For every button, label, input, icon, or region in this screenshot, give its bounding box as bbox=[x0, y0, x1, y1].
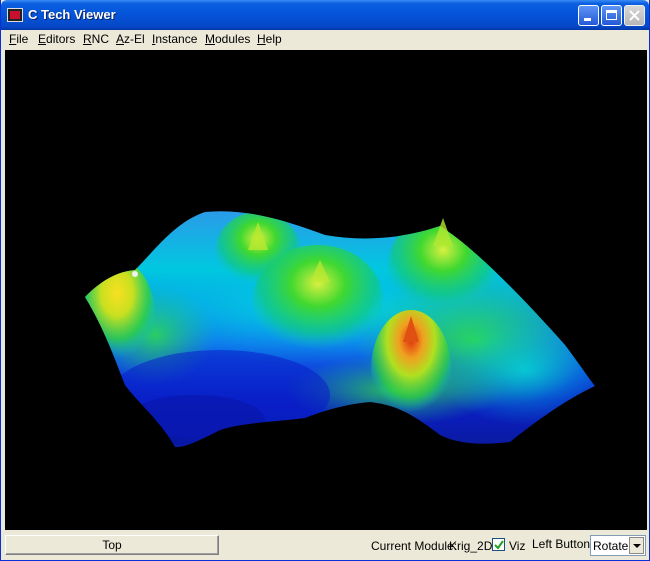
title-bar[interactable]: C Tech Viewer bbox=[1, 0, 649, 30]
menu-editors-hotkey: E bbox=[38, 32, 47, 46]
left-button-value: Rotate bbox=[593, 539, 629, 553]
menu-file[interactable]: File bbox=[9, 32, 28, 46]
menu-help-hotkey: H bbox=[257, 32, 266, 46]
minimize-button[interactable] bbox=[578, 5, 599, 26]
menu-rnc-hotkey: R bbox=[83, 32, 92, 46]
menu-az-el[interactable]: Az-El bbox=[116, 32, 145, 46]
status-bar: Top Current Module: Krig_2D Viz Left But… bbox=[1, 532, 649, 560]
menu-az-el-hotkey: A bbox=[116, 32, 125, 46]
3d-viewport[interactable] bbox=[5, 50, 647, 530]
menu-az-el-label: z-El bbox=[124, 32, 145, 46]
menu-help-label: elp bbox=[265, 32, 282, 46]
chevron-down-icon[interactable] bbox=[629, 537, 644, 554]
surface-peak bbox=[253, 245, 383, 355]
left-button-label: Left Button bbox=[532, 537, 591, 551]
menu-editors[interactable]: Editors bbox=[38, 32, 75, 46]
app-icon[interactable] bbox=[7, 8, 23, 22]
highlight-marker bbox=[132, 271, 138, 277]
minimize-icon bbox=[584, 18, 591, 21]
menu-help[interactable]: Help bbox=[257, 32, 282, 46]
kriging-surface-render[interactable] bbox=[5, 50, 647, 530]
maximize-icon bbox=[606, 10, 617, 20]
app-window: C Tech Viewer File Editors RNC Az-El Ins… bbox=[0, 0, 650, 561]
check-icon bbox=[494, 540, 504, 550]
menu-file-label: ile bbox=[16, 32, 29, 46]
close-button[interactable] bbox=[624, 5, 645, 26]
current-module-label: Current Module: bbox=[371, 539, 458, 553]
menu-rnc-label: NC bbox=[91, 32, 110, 46]
left-button-select[interactable]: Rotate bbox=[590, 535, 646, 556]
surface-peak bbox=[85, 260, 155, 370]
menu-modules-label: odules bbox=[215, 32, 251, 46]
viz-label: Viz bbox=[509, 539, 526, 553]
top-view-button[interactable]: Top bbox=[5, 535, 219, 555]
menu-modules-hotkey: M bbox=[205, 32, 215, 46]
viz-checkbox[interactable] bbox=[492, 538, 505, 551]
menu-instance-label: nstance bbox=[155, 32, 198, 46]
menu-instance[interactable]: Instance bbox=[152, 32, 197, 46]
menu-editors-label: ditors bbox=[46, 32, 76, 46]
close-icon bbox=[629, 10, 640, 21]
maximize-button[interactable] bbox=[601, 5, 622, 26]
menu-rnc[interactable]: RNC bbox=[83, 32, 109, 46]
current-module-value: Krig_2D bbox=[449, 539, 493, 553]
menu-bar: File Editors RNC Az-El Instance Modules … bbox=[1, 30, 649, 49]
window-title: C Tech Viewer bbox=[28, 7, 116, 22]
menu-modules[interactable]: Modules bbox=[205, 32, 250, 46]
